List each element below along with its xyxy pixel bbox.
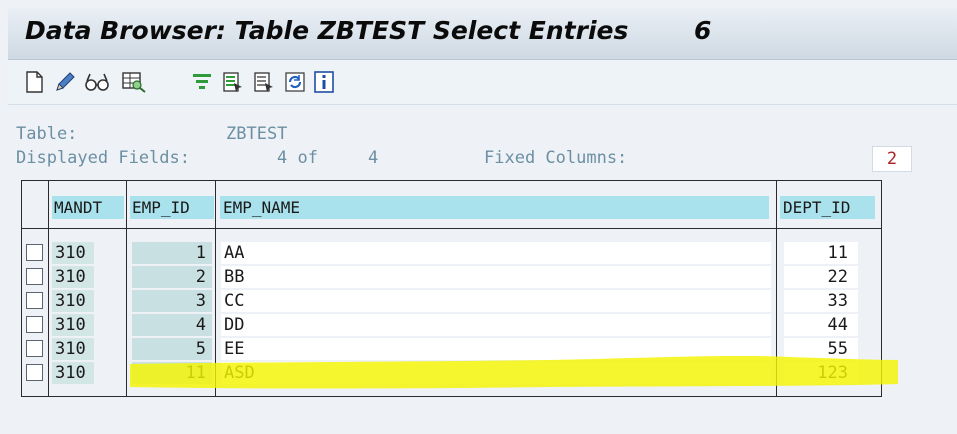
title-bar: Data Browser: Table ZBTEST Select Entrie… [8, 8, 957, 60]
column-header-emp-name[interactable]: EMP_NAME [220, 196, 769, 219]
displayed-fields-total: 4 [368, 148, 379, 168]
cell-emp-name[interactable]: DD [221, 314, 771, 336]
fixed-columns-label: Fixed Columns: [484, 148, 628, 168]
cell-mandt[interactable]: 310 [52, 266, 94, 288]
table-row: 310 4 DD 44 [22, 313, 881, 337]
row-select-checkbox[interactable] [26, 316, 43, 333]
cell-dept-id[interactable]: 44 [784, 314, 858, 336]
table-name-value: ZBTEST [226, 124, 288, 144]
table-label: Table: [16, 124, 78, 144]
new-document-icon[interactable] [23, 71, 45, 93]
print-list-icon[interactable] [253, 71, 275, 93]
cell-dept-id[interactable]: 11 [784, 242, 858, 264]
cell-mandt[interactable]: 310 [52, 338, 94, 360]
display-glasses-icon[interactable] [84, 71, 110, 93]
cell-mandt[interactable]: 310 [52, 290, 94, 312]
table-row: 310 3 CC 33 [22, 289, 881, 313]
cell-emp-name[interactable]: CC [221, 290, 771, 312]
application-toolbar [8, 60, 957, 105]
cell-mandt[interactable]: 310 [52, 314, 94, 336]
column-header-dept-id[interactable]: DEPT_ID [780, 196, 875, 219]
cell-emp-id[interactable]: 2 [132, 266, 212, 288]
cell-emp-id[interactable]: 1 [132, 242, 212, 264]
displayed-fields-label: Displayed Fields: [16, 148, 190, 168]
cell-emp-name[interactable]: BB [221, 266, 771, 288]
window-title: Data Browser: Table ZBTEST Select Entrie… [25, 16, 629, 45]
cell-mandt[interactable]: 310 [52, 362, 94, 384]
row-select-checkbox[interactable] [26, 292, 43, 309]
cell-dept-id[interactable]: 123 [784, 362, 858, 384]
table-row: 310 1 AA 11 [22, 241, 881, 265]
cell-dept-id[interactable]: 33 [784, 290, 858, 312]
fixed-columns-input[interactable]: 2 [872, 146, 912, 172]
displayed-fields-value: 4 of [277, 148, 318, 168]
select-fields-icon[interactable] [222, 71, 244, 93]
column-header-emp-id[interactable]: EMP_ID [130, 196, 214, 219]
row-select-checkbox[interactable] [26, 340, 43, 357]
table-row: 310 5 EE 55 [22, 337, 881, 361]
cell-emp-id[interactable]: 5 [132, 338, 212, 360]
cell-dept-id[interactable]: 55 [784, 338, 858, 360]
row-select-checkbox[interactable] [26, 268, 43, 285]
cell-emp-id[interactable]: 11 [132, 362, 212, 384]
refresh-icon[interactable] [284, 71, 306, 93]
check-table-icon[interactable] [121, 71, 147, 93]
row-select-checkbox[interactable] [26, 364, 43, 381]
data-grid: MANDT EMP_ID EMP_NAME DEPT_ID 310 1 AA 1… [21, 180, 882, 397]
info-icon[interactable] [313, 71, 335, 93]
table-row: 310 2 BB 22 [22, 265, 881, 289]
cell-emp-name[interactable]: AA [221, 242, 771, 264]
edit-pencil-icon[interactable] [54, 71, 76, 93]
cell-emp-name[interactable]: ASD [221, 362, 771, 384]
filter-icon[interactable] [191, 71, 213, 93]
entry-count: 6 [694, 16, 712, 45]
cell-emp-name[interactable]: EE [221, 338, 771, 360]
row-select-checkbox[interactable] [26, 244, 43, 261]
cell-emp-id[interactable]: 4 [132, 314, 212, 336]
cell-mandt[interactable]: 310 [52, 242, 94, 264]
cell-dept-id[interactable]: 22 [784, 266, 858, 288]
table-row: 310 11 ASD 123 [22, 361, 881, 385]
cell-emp-id[interactable]: 3 [132, 290, 212, 312]
column-header-mandt[interactable]: MANDT [52, 196, 124, 219]
